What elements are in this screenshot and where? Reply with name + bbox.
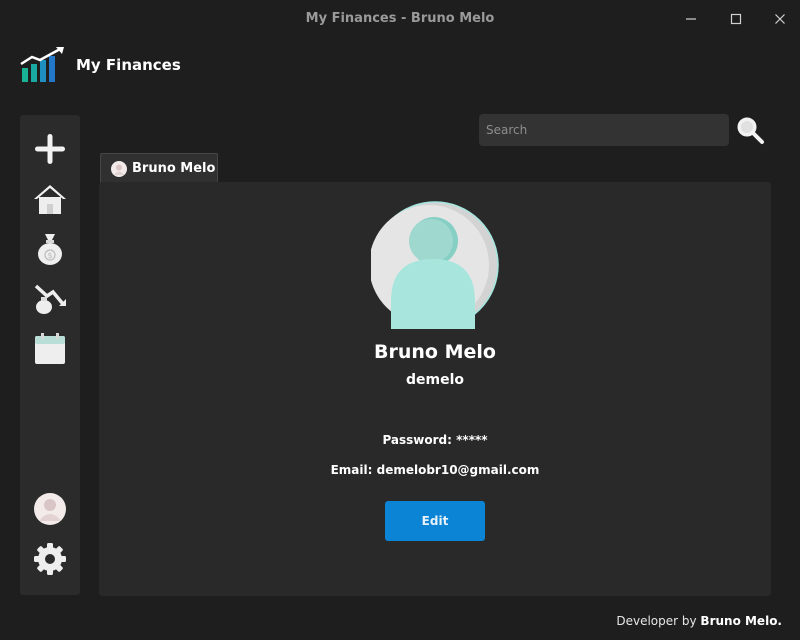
svg-text:$: $ xyxy=(47,251,52,260)
sidebar-expense-button[interactable] xyxy=(32,281,68,317)
maximize-button[interactable] xyxy=(722,8,750,30)
profile-panel: Bruno Melo demelo Password: ***** Email:… xyxy=(99,182,771,596)
profile-full-name: Bruno Melo xyxy=(374,341,496,363)
edit-button[interactable]: Edit xyxy=(385,501,485,541)
minimize-button[interactable] xyxy=(677,8,705,30)
calendar-icon xyxy=(35,333,65,364)
user-avatar-icon xyxy=(111,160,127,177)
search-button[interactable] xyxy=(734,114,766,146)
email-line: Email: demelobr10@gmail.com xyxy=(99,463,771,477)
email-value: demelobr10@gmail.com xyxy=(376,463,540,477)
footer-prefix: Developer by xyxy=(616,614,697,628)
finance-chart-logo xyxy=(20,46,64,82)
sidebar-add-button[interactable] xyxy=(32,131,68,167)
close-icon xyxy=(775,14,785,24)
sidebar-profile-button[interactable] xyxy=(32,491,68,527)
title-bar: My Finances - Bruno Melo xyxy=(0,0,800,38)
maximize-icon xyxy=(730,13,742,25)
password-value: ***** xyxy=(456,433,488,447)
minimize-icon xyxy=(686,18,696,20)
home-icon xyxy=(34,185,66,214)
tab-label: Bruno Melo xyxy=(132,161,216,176)
footer-credit: Developer by Bruno Melo. xyxy=(616,614,782,628)
search-input[interactable] xyxy=(479,114,729,146)
email-label: Email: xyxy=(330,463,373,477)
money-bag-icon: $ xyxy=(38,234,62,265)
plus-icon xyxy=(35,134,65,164)
gear-icon xyxy=(34,543,66,575)
close-button[interactable] xyxy=(766,8,794,30)
profile-username: demelo xyxy=(405,372,465,388)
app-name: My Finances xyxy=(76,56,181,74)
sidebar-income-button[interactable]: $ xyxy=(32,231,68,267)
profile-avatar xyxy=(371,201,499,329)
sidebar: $ xyxy=(20,115,80,595)
sidebar-home-button[interactable] xyxy=(32,181,68,217)
user-avatar-icon xyxy=(34,493,66,525)
password-line: Password: ***** xyxy=(99,433,771,447)
expense-icon xyxy=(34,284,66,314)
search-icon xyxy=(737,117,764,144)
footer-author: Bruno Melo. xyxy=(700,614,782,628)
tab-profile[interactable]: Bruno Melo xyxy=(100,153,218,183)
password-label: Password: xyxy=(382,433,452,447)
brand: My Finances xyxy=(20,46,181,84)
sidebar-settings-button[interactable] xyxy=(32,541,68,577)
sidebar-calendar-button[interactable] xyxy=(32,331,68,367)
